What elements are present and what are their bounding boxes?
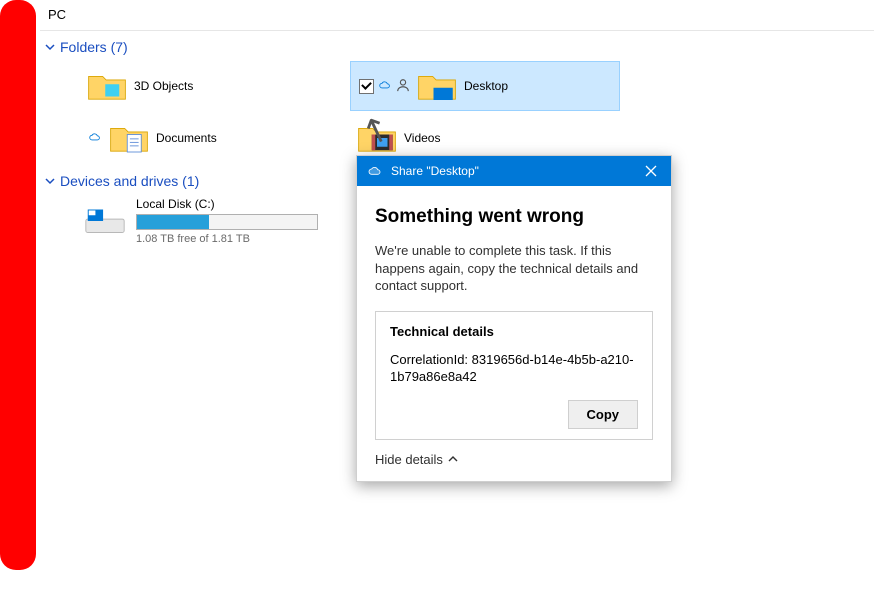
breadcrumb[interactable]: PC xyxy=(40,0,874,31)
redaction-overlay xyxy=(0,0,36,570)
folder-icon xyxy=(356,117,398,159)
checkbox[interactable] xyxy=(359,79,374,94)
shared-person-icon xyxy=(396,78,410,95)
folder-item-documents[interactable]: Documents xyxy=(80,113,350,163)
folder-icon xyxy=(86,65,128,107)
dialog-title: Share "Desktop" xyxy=(391,164,631,178)
folder-label: Videos xyxy=(404,131,440,145)
dialog-message: We're unable to complete this task. If t… xyxy=(375,242,653,295)
folder-label: 3D Objects xyxy=(134,79,193,93)
close-button[interactable] xyxy=(631,156,671,186)
folder-icon xyxy=(416,65,458,107)
section-drives-count: (1) xyxy=(182,173,199,189)
hide-details-toggle[interactable]: Hide details xyxy=(375,452,653,467)
hide-details-label: Hide details xyxy=(375,452,443,467)
cloud-sync-icon xyxy=(378,78,392,95)
drive-usage-bar xyxy=(136,214,318,230)
chevron-right-icon xyxy=(44,175,56,187)
technical-details-box: Technical details CorrelationId: 8319656… xyxy=(375,311,653,440)
drive-label: Local Disk (C:) xyxy=(136,197,318,211)
drive-free-text: 1.08 TB free of 1.81 TB xyxy=(136,233,318,245)
section-folders-count: (7) xyxy=(111,39,128,55)
chevron-down-icon xyxy=(44,41,56,53)
chevron-up-icon xyxy=(447,453,459,465)
drive-icon xyxy=(82,203,128,239)
drive-usage-fill xyxy=(137,215,209,229)
section-folders-header[interactable]: Folders (7) xyxy=(40,31,874,61)
drive-item[interactable]: Local Disk (C:) 1.08 TB free of 1.81 TB xyxy=(80,195,384,247)
dialog-heading: Something went wrong xyxy=(375,206,653,228)
folder-label: Documents xyxy=(156,131,217,145)
folder-icon xyxy=(108,117,150,159)
folder-item-3d-objects[interactable]: 3D Objects xyxy=(80,61,350,111)
folder-item-desktop[interactable]: Desktop xyxy=(350,61,620,111)
share-dialog: Share "Desktop" Something went wrong We'… xyxy=(356,155,672,482)
section-folders-title: Folders xyxy=(60,39,107,55)
technical-details-value: CorrelationId: 8319656d-b14e-4b5b-a210-1… xyxy=(390,351,638,386)
breadcrumb-current: PC xyxy=(48,7,66,22)
technical-details-heading: Technical details xyxy=(390,324,638,339)
copy-button[interactable]: Copy xyxy=(568,400,639,429)
dialog-titlebar[interactable]: Share "Desktop" xyxy=(357,156,671,186)
cloud-sync-icon xyxy=(88,130,102,147)
folder-label: Desktop xyxy=(464,79,508,93)
section-drives-title: Devices and drives xyxy=(60,173,178,189)
onedrive-cloud-icon xyxy=(367,163,383,179)
